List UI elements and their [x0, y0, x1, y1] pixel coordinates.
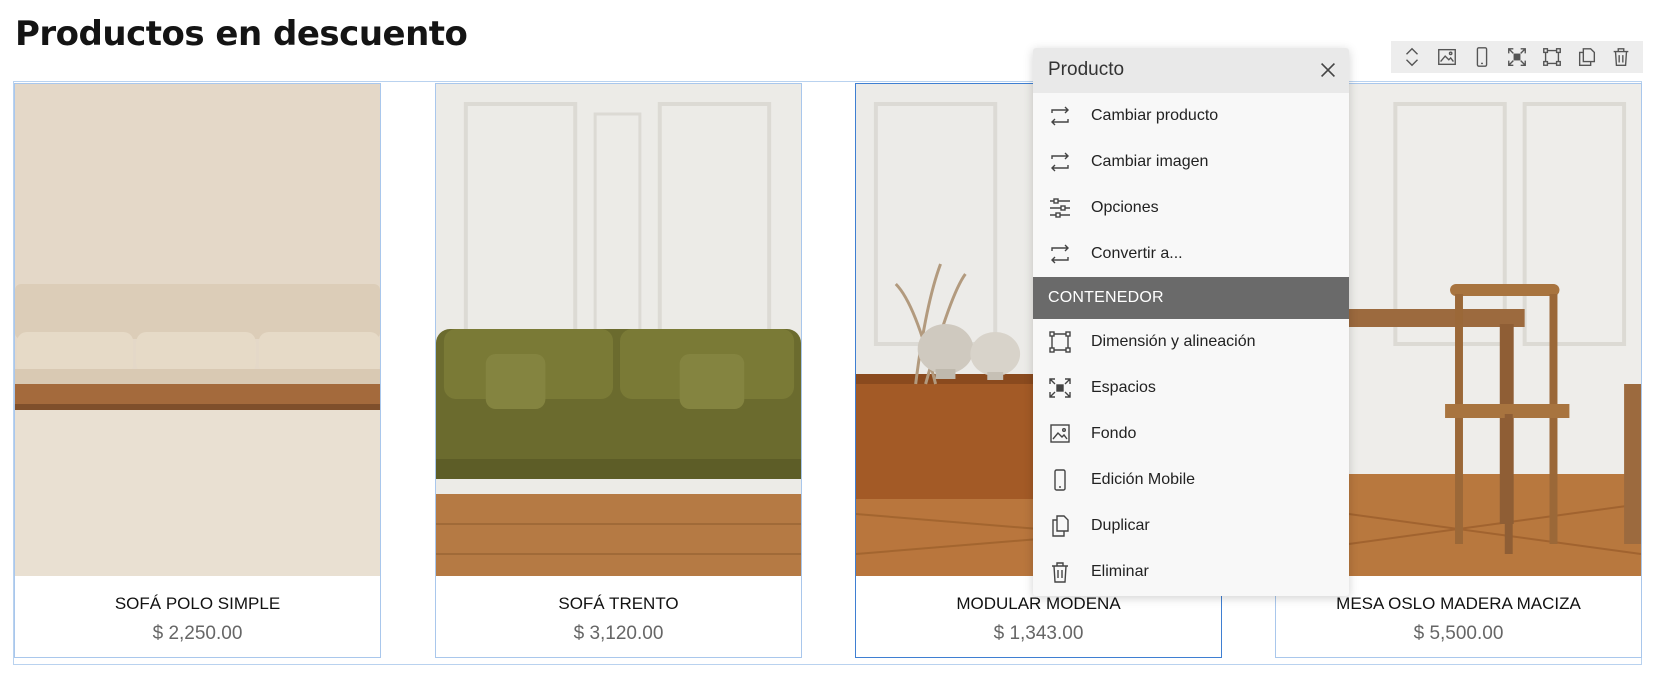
duplicate-icon — [1048, 515, 1076, 537]
menu-section-contenedor: CONTENEDOR — [1033, 277, 1349, 319]
menu-item-label: Edición Mobile — [1091, 471, 1196, 488]
dimension-icon — [1048, 331, 1076, 353]
product-price: $ 1,343.00 — [993, 623, 1084, 644]
menu-item-espacios[interactable]: Espacios — [1033, 365, 1349, 411]
spacing-icon[interactable] — [1503, 43, 1531, 71]
menu-item-cambiar-producto[interactable]: Cambiar producto — [1033, 93, 1349, 139]
page-title: Productos en descuento — [15, 14, 468, 54]
menu-item-label: Cambiar imagen — [1091, 153, 1209, 170]
menu-item-label: Espacios — [1091, 379, 1156, 396]
product-context-menu: Producto Cambiar producto Cambiar imagen… — [1033, 48, 1349, 596]
menu-item-label: Fondo — [1091, 425, 1137, 442]
product-price: $ 3,120.00 — [573, 623, 664, 644]
menu-header: Producto — [1033, 48, 1349, 93]
product-name: SOFÁ TRENTO — [558, 594, 679, 613]
close-icon[interactable] — [1317, 59, 1339, 81]
product-name: SOFÁ POLO SIMPLE — [114, 594, 281, 613]
trash-icon[interactable] — [1607, 43, 1635, 71]
menu-item-cambiar-imagen[interactable]: Cambiar imagen — [1033, 139, 1349, 185]
reorder-arrows-icon[interactable] — [1398, 43, 1426, 71]
element-toolbar — [1391, 41, 1643, 73]
product-name: MESA OSLO MADERA MACIZA — [1336, 594, 1581, 613]
menu-item-label: Duplicar — [1091, 517, 1150, 534]
mobile-icon[interactable] — [1468, 43, 1496, 71]
mobile-icon — [1048, 469, 1076, 491]
product-name: MODULAR MODENA — [956, 594, 1121, 613]
menu-item-convertir[interactable]: Convertir a... — [1033, 231, 1349, 277]
product-image[interactable] — [15, 84, 380, 576]
product-card-2[interactable]: SOFÁ TRENTO $ 3,120.00 — [435, 83, 802, 658]
swap-icon — [1048, 151, 1076, 173]
swap-icon — [1048, 243, 1076, 265]
menu-item-label: Dimensión y alineación — [1091, 333, 1256, 350]
menu-item-label: Convertir a... — [1091, 245, 1183, 262]
menu-item-label: Eliminar — [1091, 563, 1149, 580]
menu-item-eliminar[interactable]: Eliminar — [1033, 549, 1349, 595]
product-price: $ 5,500.00 — [1413, 623, 1504, 644]
spacing-icon — [1048, 377, 1076, 399]
menu-item-dimension[interactable]: Dimensión y alineación — [1033, 319, 1349, 365]
menu-title: Producto — [1048, 59, 1125, 80]
trash-icon — [1048, 561, 1076, 583]
image-icon[interactable] — [1433, 43, 1461, 71]
menu-item-duplicar[interactable]: Duplicar — [1033, 503, 1349, 549]
image-icon — [1048, 423, 1076, 445]
menu-item-label: Opciones — [1091, 199, 1159, 216]
product-price: $ 2,250.00 — [152, 623, 243, 644]
menu-item-opciones[interactable]: Opciones — [1033, 185, 1349, 231]
product-image[interactable] — [436, 84, 801, 576]
dimension-icon[interactable] — [1538, 43, 1566, 71]
sliders-icon — [1048, 197, 1076, 219]
product-card-1[interactable]: SOFÁ POLO SIMPLE $ 2,250.00 — [14, 83, 381, 658]
menu-item-fondo[interactable]: Fondo — [1033, 411, 1349, 457]
duplicate-icon[interactable] — [1573, 43, 1601, 71]
menu-item-label: Cambiar producto — [1091, 107, 1219, 124]
swap-icon — [1048, 105, 1076, 127]
menu-item-edicion-mobile[interactable]: Edición Mobile — [1033, 457, 1349, 503]
